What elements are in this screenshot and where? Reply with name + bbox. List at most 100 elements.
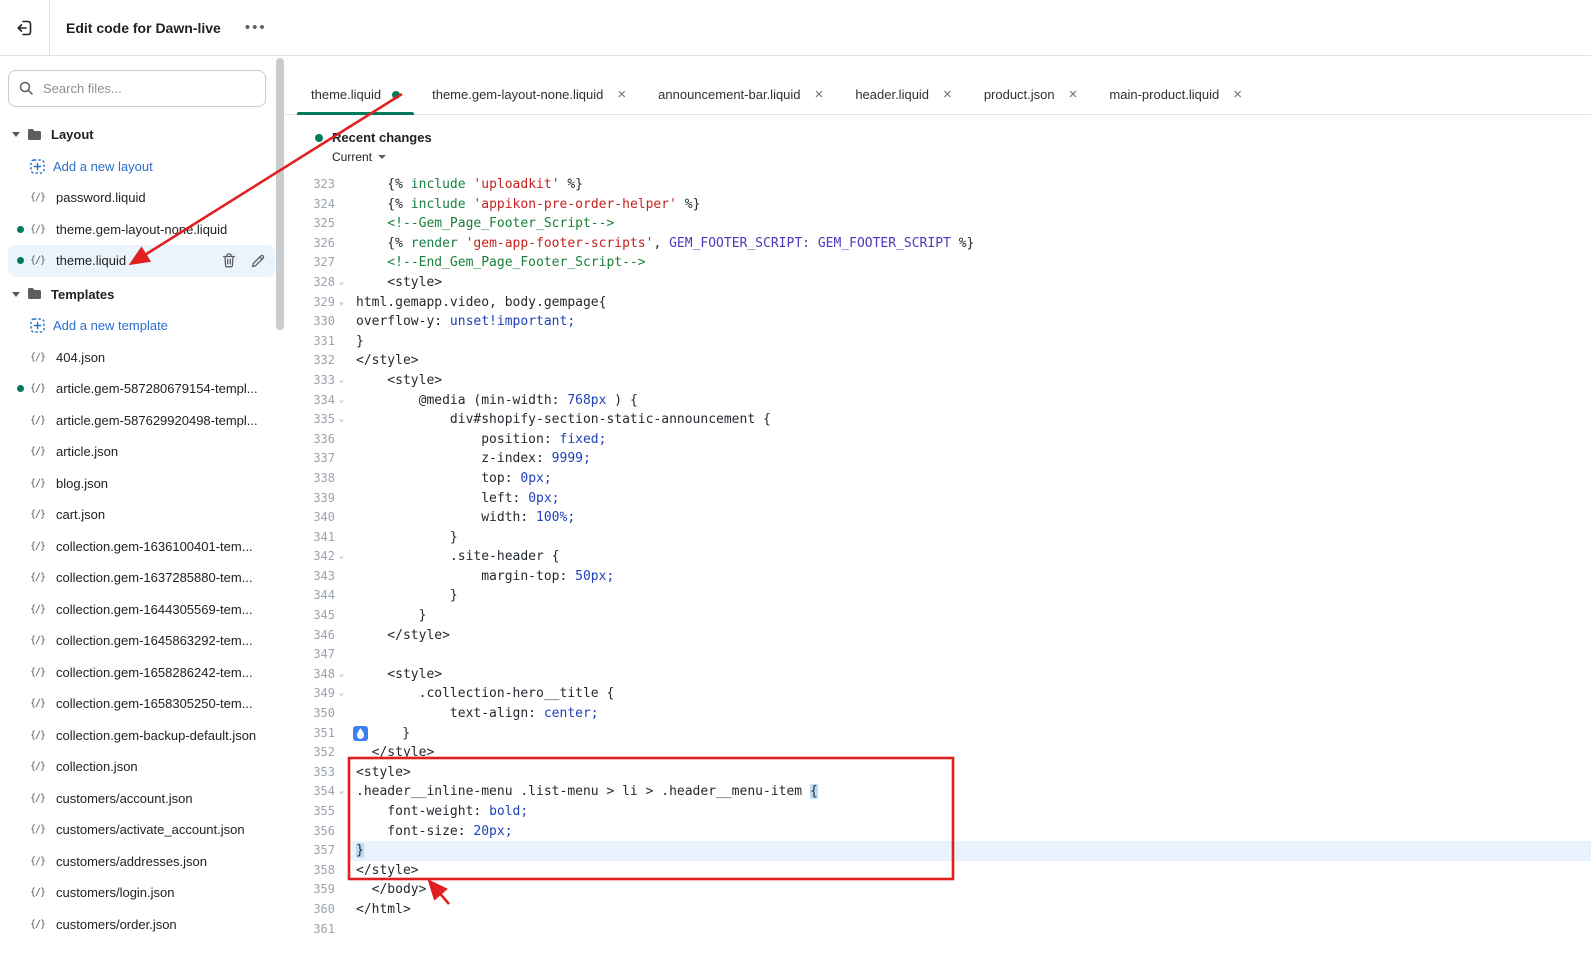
code-text[interactable]: width: 100%; bbox=[348, 508, 1591, 528]
code-text[interactable]: } bbox=[348, 724, 1591, 744]
close-tab-icon[interactable]: × bbox=[815, 87, 824, 102]
code-line: 349⌄ .collection-hero__title { bbox=[285, 684, 1591, 704]
file-item[interactable]: {/}collection.json bbox=[8, 751, 275, 783]
tab-theme.gem-layout-none.liquid[interactable]: theme.gem-layout-none.liquid× bbox=[416, 75, 642, 114]
code-text[interactable]: {% include 'appikon-pre-order-helper' %} bbox=[348, 195, 1591, 215]
code-text[interactable] bbox=[348, 920, 1591, 940]
code-text[interactable]: @media (min-width: 768px ) { bbox=[348, 391, 1591, 411]
close-tab-icon[interactable]: × bbox=[1233, 87, 1242, 102]
code-text[interactable]: } bbox=[348, 586, 1591, 606]
code-text[interactable]: margin-top: 50px; bbox=[348, 567, 1591, 587]
code-editor[interactable]: 323 {% include 'uploadkit' %}324 {% incl… bbox=[285, 175, 1591, 939]
file-name: collection.gem-1658305250-tem... bbox=[56, 696, 253, 711]
code-text[interactable]: {% render 'gem-app-footer-scripts', GEM_… bbox=[348, 234, 1591, 254]
file-item[interactable]: {/}blog.json bbox=[8, 468, 275, 500]
code-text[interactable]: <style> bbox=[348, 371, 1591, 391]
overflow-menu-button[interactable]: ••• bbox=[239, 15, 273, 40]
tab-main-product.liquid[interactable]: main-product.liquid× bbox=[1093, 75, 1258, 114]
close-tab-icon[interactable]: × bbox=[943, 87, 952, 102]
rename-file-icon[interactable] bbox=[251, 254, 265, 268]
close-tab-icon[interactable]: × bbox=[617, 87, 626, 102]
code-text[interactable]: </style> bbox=[348, 626, 1591, 646]
fold-toggle-icon[interactable]: ⌄ bbox=[335, 391, 348, 411]
code-text[interactable]: z-index: 9999; bbox=[348, 449, 1591, 469]
folder-layout[interactable]: Layout bbox=[8, 119, 275, 151]
tab-announcement-bar.liquid[interactable]: announcement-bar.liquid× bbox=[642, 75, 839, 114]
code-text[interactable]: } bbox=[348, 606, 1591, 626]
file-item[interactable]: {/}collection.gem-1658305250-tem... bbox=[8, 688, 275, 720]
file-item[interactable]: {/}theme.gem-layout-none.liquid bbox=[8, 214, 275, 246]
file-item[interactable]: {/}collection.gem-backup-default.json bbox=[8, 720, 275, 752]
delete-file-icon[interactable] bbox=[222, 253, 236, 268]
code-text[interactable]: } bbox=[348, 841, 1591, 861]
folder-templates[interactable]: Templates bbox=[8, 279, 275, 311]
fold-toggle-icon[interactable]: ⌄ bbox=[335, 410, 348, 430]
file-item[interactable]: {/}collection.gem-1645863292-tem... bbox=[8, 625, 275, 657]
file-item[interactable]: {/}customers/order.json bbox=[8, 909, 275, 941]
file-item[interactable]: {/}theme.liquid bbox=[8, 245, 275, 277]
code-text[interactable]: <!--Gem_Page_Footer_Script--> bbox=[348, 214, 1591, 234]
code-text[interactable] bbox=[348, 645, 1591, 665]
code-text[interactable]: font-weight: bold; bbox=[348, 802, 1591, 822]
code-text[interactable]: <style> bbox=[348, 763, 1591, 783]
code-text[interactable]: .header__inline-menu .list-menu > li > .… bbox=[348, 782, 1591, 802]
fold-toggle-icon[interactable]: ⌄ bbox=[335, 547, 348, 567]
file-item[interactable]: {/}collection.gem-1644305569-tem... bbox=[8, 594, 275, 626]
code-text[interactable]: overflow-y: unset!important; bbox=[348, 312, 1591, 332]
code-text[interactable]: </body> bbox=[348, 880, 1591, 900]
code-text[interactable]: <style> bbox=[348, 665, 1591, 685]
code-text[interactable]: html.gemapp.video, body.gempage{ bbox=[348, 293, 1591, 313]
tab-product.json[interactable]: product.json× bbox=[968, 75, 1094, 114]
file-item[interactable]: {/}collection.gem-1636100401-tem... bbox=[8, 531, 275, 563]
file-sidebar: LayoutAdd a new layout{/}password.liquid… bbox=[0, 56, 285, 956]
code-token: z-index: bbox=[356, 451, 552, 466]
color-swatch-icon[interactable] bbox=[353, 726, 368, 741]
file-item[interactable]: {/}customers/login.json bbox=[8, 877, 275, 909]
fold-toggle-icon[interactable]: ⌄ bbox=[335, 684, 348, 704]
fold-toggle-icon[interactable]: ⌄ bbox=[335, 665, 348, 685]
file-item[interactable]: {/}collection.gem-1658286242-tem... bbox=[8, 657, 275, 689]
code-text[interactable]: top: 0px; bbox=[348, 469, 1591, 489]
file-item[interactable]: {/}article.gem-587629920498-templ... bbox=[8, 405, 275, 437]
code-text[interactable]: text-align: center; bbox=[348, 704, 1591, 724]
code-text[interactable]: font-size: 20px; bbox=[348, 822, 1591, 842]
code-text[interactable]: </style> bbox=[348, 743, 1591, 763]
code-text[interactable]: </html> bbox=[348, 900, 1591, 920]
search-files-input[interactable] bbox=[8, 70, 266, 107]
code-text[interactable]: <!--End_Gem_Page_Footer_Script--> bbox=[348, 253, 1591, 273]
exit-code-editor-button[interactable] bbox=[0, 0, 50, 55]
code-text[interactable]: position: fixed; bbox=[348, 430, 1591, 450]
code-text[interactable]: div#shopify-section-static-announcement … bbox=[348, 410, 1591, 430]
close-tab-icon[interactable]: × bbox=[1069, 87, 1078, 102]
tab-theme.liquid[interactable]: theme.liquid bbox=[295, 75, 416, 114]
file-item[interactable]: {/}customers/account.json bbox=[8, 783, 275, 815]
fold-toggle-icon[interactable]: ⌄ bbox=[335, 371, 348, 391]
code-text[interactable]: .site-header { bbox=[348, 547, 1591, 567]
version-selector[interactable]: Current bbox=[332, 150, 386, 164]
add-new-file-button[interactable]: Add a new template bbox=[8, 310, 275, 342]
code-token: left: bbox=[356, 491, 528, 506]
tab-header.liquid[interactable]: header.liquid× bbox=[839, 75, 968, 114]
code-text[interactable]: {% include 'uploadkit' %} bbox=[348, 175, 1591, 195]
file-item[interactable]: {/}404.json bbox=[8, 342, 275, 374]
file-item[interactable]: {/}password.liquid bbox=[8, 182, 275, 214]
add-new-file-button[interactable]: Add a new layout bbox=[8, 151, 275, 183]
code-line: 331} bbox=[285, 332, 1591, 352]
code-text[interactable]: </style> bbox=[348, 861, 1591, 881]
code-text[interactable]: <style> bbox=[348, 273, 1591, 293]
file-item[interactable]: {/}article.gem-587280679154-templ... bbox=[8, 373, 275, 405]
file-item[interactable]: {/}customers/activate_account.json bbox=[8, 814, 275, 846]
file-item[interactable]: {/}cart.json bbox=[8, 499, 275, 531]
file-item[interactable]: {/}article.json bbox=[8, 436, 275, 468]
code-text[interactable]: </style> bbox=[348, 351, 1591, 371]
code-text[interactable]: left: 0px; bbox=[348, 489, 1591, 509]
fold-toggle-icon[interactable]: ⌄ bbox=[335, 293, 348, 313]
fold-toggle-icon[interactable]: ⌄ bbox=[335, 273, 348, 293]
file-item[interactable]: {/}collection.gem-1637285880-tem... bbox=[8, 562, 275, 594]
code-text[interactable]: .collection-hero__title { bbox=[348, 684, 1591, 704]
fold-toggle-icon[interactable]: ⌄ bbox=[335, 782, 348, 802]
sidebar-scrollbar[interactable] bbox=[276, 58, 284, 330]
code-text[interactable]: } bbox=[348, 332, 1591, 352]
file-item[interactable]: {/}customers/addresses.json bbox=[8, 846, 275, 878]
code-text[interactable]: } bbox=[348, 528, 1591, 548]
